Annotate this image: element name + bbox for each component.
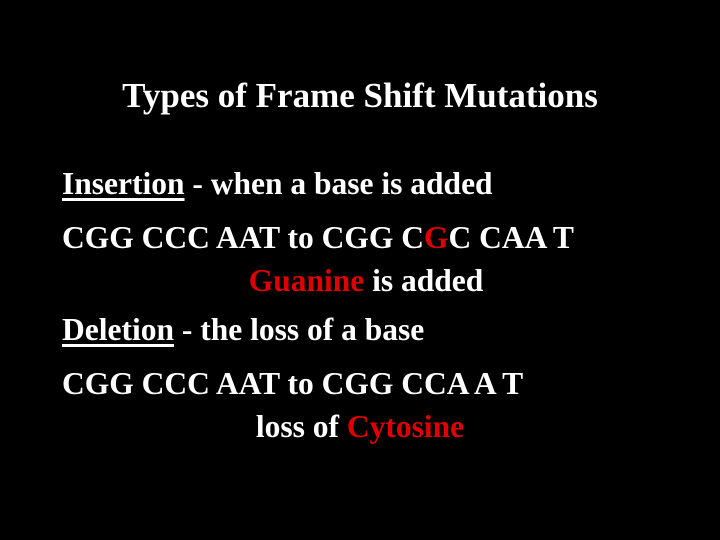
deletion-term: Deletion — [62, 312, 174, 347]
insertion-definition: - when a base is added — [184, 166, 493, 201]
deletion-sequence-line: CGG CCC AAT to CGG CCA A T — [62, 364, 523, 404]
insertion-sequence-after: C CAA T — [448, 220, 574, 255]
insertion-term: Insertion — [62, 166, 185, 201]
deletion-note-prefix: loss of — [255, 409, 347, 444]
insertion-note-highlight: Guanine — [248, 263, 365, 298]
insertion-sequence-line: CGG CCC AAT to CGG CGC CAA T — [62, 218, 574, 258]
deletion-note-highlight: Cytosine — [346, 409, 465, 444]
deletion-note-line: loss of Cytosine — [0, 407, 720, 447]
insertion-note-line: Guanine is added — [0, 261, 720, 301]
inserted-base: G — [423, 220, 449, 255]
deletion-sequence: CGG CCC AAT to CGG CCA A T — [62, 366, 524, 401]
deletion-definition-line: Deletion - the loss of a base — [62, 310, 424, 350]
slide-title: Types of Frame Shift Mutations — [122, 76, 598, 115]
deletion-definition: - the loss of a base — [173, 312, 425, 347]
insertion-definition-line: Insertion - when a base is added — [62, 164, 493, 204]
insertion-note-rest: is added — [364, 263, 484, 298]
slide: Types of Frame Shift Mutations Insertion… — [0, 0, 720, 540]
insertion-sequence-before: CGG CCC AAT to CGG C — [62, 220, 424, 255]
